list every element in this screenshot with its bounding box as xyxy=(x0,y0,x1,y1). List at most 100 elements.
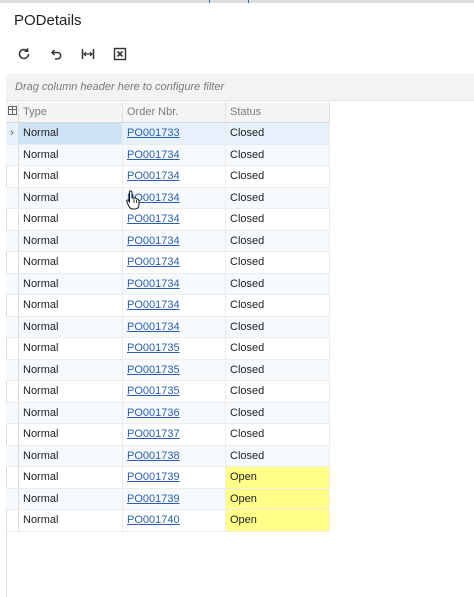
table-row[interactable]: Normal PO001736 Closed xyxy=(6,402,330,424)
row-selector[interactable] xyxy=(6,402,19,424)
order-nbr-link[interactable]: PO001734 xyxy=(127,256,180,268)
type-cell[interactable]: Normal xyxy=(18,273,123,295)
table-row[interactable]: Normal PO001735 Closed xyxy=(6,359,330,381)
type-cell[interactable]: Normal xyxy=(18,230,123,252)
status-cell[interactable]: Closed xyxy=(225,144,330,166)
table-row[interactable]: Normal PO001734 Closed xyxy=(6,230,330,252)
grid-settings-button[interactable] xyxy=(6,102,19,123)
order-nbr-link[interactable]: PO001739 xyxy=(127,493,180,505)
table-row[interactable]: Normal PO001734 Closed xyxy=(6,294,330,317)
table-row[interactable]: Normal PO001734 Closed xyxy=(6,273,330,295)
type-cell[interactable]: Normal xyxy=(18,337,123,360)
type-cell[interactable]: Normal xyxy=(18,423,123,446)
row-selector[interactable] xyxy=(6,273,19,295)
row-selector[interactable] xyxy=(6,445,19,467)
type-cell[interactable]: Normal xyxy=(18,251,123,274)
type-cell[interactable]: Normal xyxy=(18,294,123,317)
table-row[interactable]: Normal PO001735 Closed xyxy=(6,380,330,403)
row-selector[interactable] xyxy=(6,380,19,403)
order-nbr-link[interactable]: PO001734 xyxy=(127,170,180,182)
order-nbr-link[interactable]: PO001734 xyxy=(127,213,180,225)
status-cell[interactable]: Closed xyxy=(225,208,330,231)
order-nbr-link[interactable]: PO001734 xyxy=(127,149,180,161)
row-selector[interactable] xyxy=(6,294,19,317)
order-nbr-link[interactable]: PO001733 xyxy=(127,127,180,139)
type-cell[interactable]: Normal xyxy=(18,380,123,403)
status-cell[interactable]: Closed xyxy=(225,337,330,360)
type-cell[interactable]: Normal xyxy=(18,208,123,231)
table-row[interactable]: › Normal PO001733 Closed xyxy=(6,122,330,145)
type-cell[interactable]: Normal xyxy=(18,165,123,188)
order-nbr-link[interactable]: PO001734 xyxy=(127,278,180,290)
type-cell[interactable]: Normal xyxy=(18,144,123,166)
table-row[interactable]: Normal PO001740 Open xyxy=(6,509,330,532)
table-row[interactable]: Normal PO001739 Open xyxy=(6,488,330,510)
column-header-type[interactable]: Type xyxy=(18,102,123,123)
status-cell[interactable]: Open xyxy=(225,488,330,510)
row-selector[interactable] xyxy=(6,509,19,532)
type-cell[interactable]: Normal xyxy=(18,122,123,145)
row-selector[interactable] xyxy=(6,187,19,209)
row-selector[interactable] xyxy=(6,423,19,446)
column-header-order-nbr[interactable]: Order Nbr. xyxy=(122,102,226,123)
order-nbr-link[interactable]: PO001734 xyxy=(127,235,180,247)
status-cell[interactable]: Closed xyxy=(225,445,330,467)
status-cell[interactable]: Closed xyxy=(225,380,330,403)
status-cell[interactable]: Closed xyxy=(225,316,330,338)
status-cell[interactable]: Closed xyxy=(225,402,330,424)
column-header-status[interactable]: Status xyxy=(225,102,330,123)
row-selector[interactable] xyxy=(6,208,19,231)
type-cell[interactable]: Normal xyxy=(18,509,123,532)
table-row[interactable]: Normal PO001739 Open xyxy=(6,466,330,489)
table-row[interactable]: Normal PO001738 Closed xyxy=(6,445,330,467)
status-cell[interactable]: Closed xyxy=(225,251,330,274)
row-selector[interactable] xyxy=(6,165,19,188)
order-nbr-link[interactable]: PO001737 xyxy=(127,428,180,440)
row-selector[interactable] xyxy=(6,144,19,166)
order-nbr-link[interactable]: PO001735 xyxy=(127,364,180,376)
status-cell[interactable]: Open xyxy=(225,466,330,489)
order-nbr-link[interactable]: PO001736 xyxy=(127,407,180,419)
type-cell[interactable]: Normal xyxy=(18,316,123,338)
status-cell[interactable]: Closed xyxy=(225,187,330,209)
status-cell[interactable]: Open xyxy=(225,509,330,532)
filter-bar[interactable]: Drag column header here to configure fil… xyxy=(6,74,474,101)
row-selector[interactable] xyxy=(6,230,19,252)
order-nbr-link[interactable]: PO001739 xyxy=(127,471,180,483)
table-row[interactable]: Normal PO001734 Closed xyxy=(6,316,330,338)
order-nbr-link[interactable]: PO001734 xyxy=(127,321,180,333)
table-row[interactable]: Normal PO001734 Closed xyxy=(6,144,330,166)
type-cell[interactable]: Normal xyxy=(18,187,123,209)
refresh-button[interactable] xyxy=(12,44,36,64)
type-cell[interactable]: Normal xyxy=(18,402,123,424)
order-nbr-link[interactable]: PO001735 xyxy=(127,385,180,397)
row-selector[interactable] xyxy=(6,466,19,489)
undo-button[interactable] xyxy=(44,44,68,64)
row-selector[interactable] xyxy=(6,359,19,381)
fit-columns-button[interactable] xyxy=(76,44,100,64)
status-cell[interactable]: Closed xyxy=(225,273,330,295)
order-nbr-link[interactable]: PO001734 xyxy=(127,192,180,204)
order-nbr-link[interactable]: PO001740 xyxy=(127,514,180,526)
table-row[interactable]: Normal PO001737 Closed xyxy=(6,423,330,446)
status-cell[interactable]: Closed xyxy=(225,359,330,381)
status-cell[interactable]: Closed xyxy=(225,165,330,188)
order-nbr-link[interactable]: PO001734 xyxy=(127,299,180,311)
row-selector[interactable] xyxy=(6,251,19,274)
type-cell[interactable]: Normal xyxy=(18,488,123,510)
table-row[interactable]: Normal PO001734 Closed xyxy=(6,187,330,209)
row-selector-chevron-icon[interactable]: › xyxy=(6,122,19,145)
row-selector[interactable] xyxy=(6,488,19,510)
order-nbr-link[interactable]: PO001735 xyxy=(127,342,180,354)
status-cell[interactable]: Closed xyxy=(225,423,330,446)
type-cell[interactable]: Normal xyxy=(18,445,123,467)
table-row[interactable]: Normal PO001734 Closed xyxy=(6,208,330,231)
order-nbr-link[interactable]: PO001738 xyxy=(127,450,180,462)
type-cell[interactable]: Normal xyxy=(18,466,123,489)
export-excel-button[interactable] xyxy=(108,44,132,64)
row-selector[interactable] xyxy=(6,337,19,360)
table-row[interactable]: Normal PO001735 Closed xyxy=(6,337,330,360)
status-cell[interactable]: Closed xyxy=(225,122,330,145)
status-cell[interactable]: Closed xyxy=(225,294,330,317)
row-selector[interactable] xyxy=(6,316,19,338)
